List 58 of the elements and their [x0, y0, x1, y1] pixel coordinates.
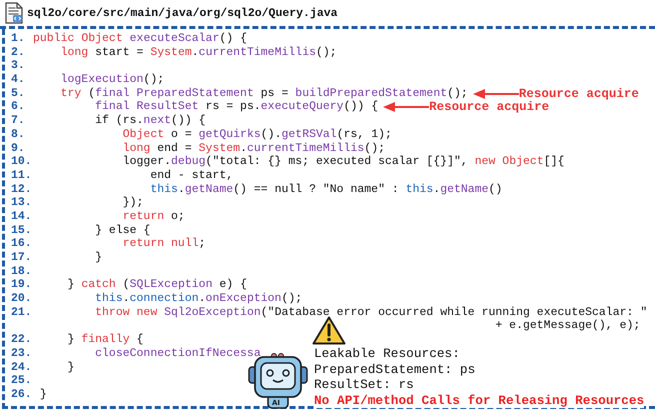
line-number: 21.	[11, 306, 32, 320]
code-line: }	[94, 251, 102, 265]
line-number: 8.	[11, 128, 26, 142]
code-line: try (final PreparedStatement ps = buildPreparedStatement();	[60, 86, 468, 100]
code-line: } catch (SQLException e) {	[66, 278, 247, 292]
line-number: 3.	[11, 59, 26, 74]
line-number: 11.	[11, 168, 32, 183]
java-file-icon	[4, 2, 24, 24]
code-line: long end = System.currentTimeMillis();	[122, 142, 386, 156]
code-line: });	[122, 196, 144, 210]
line-number: 23.	[11, 346, 32, 361]
line-number: 12.	[11, 182, 32, 196]
line-number: 25.	[11, 374, 32, 388]
line-number: 15.	[11, 224, 32, 238]
line-number: 14.	[11, 210, 32, 224]
code-line: } finally {	[66, 333, 144, 347]
line-number: 20.	[11, 292, 32, 306]
line-number: 13.	[11, 196, 32, 210]
code-line: } else {	[94, 224, 150, 238]
annotation-label: Resource acquire	[518, 86, 639, 101]
code-line: return null;	[122, 237, 206, 252]
code-line: end - start,	[149, 168, 234, 183]
line-number: 16.	[11, 237, 32, 252]
code-line: long start = System.currentTimeMillis();	[60, 46, 337, 60]
leak-warning: No API/method Calls for Releasing Resources	[314, 392, 644, 408]
line-number: 9.	[11, 142, 26, 156]
code-line: this.connection.onException();	[94, 292, 302, 306]
line-number: 18.	[11, 264, 32, 278]
left-arrow	[472, 88, 519, 99]
code-line: closeConnectionIfNecessa	[94, 346, 261, 361]
line-number: 1.	[11, 32, 26, 46]
file-path: sql2o/core/src/main/java/org/sql2o/Query.java	[27, 6, 338, 20]
left-arrow	[383, 102, 430, 112]
code-line: + e.getMessage(), e);	[494, 319, 640, 334]
line-number: 7.	[11, 114, 26, 128]
line-number: 22.	[11, 333, 32, 347]
code-line: final ResultSet rs = ps.executeQuery()) {	[94, 100, 378, 114]
code-line: }	[38, 388, 47, 402]
code-line: logger.debug("total: {} ms; executed scalar [{}]", new Object[]{	[122, 155, 564, 169]
line-number: 5.	[11, 86, 26, 100]
line-number: 19.	[11, 278, 32, 292]
code-line: throw new Sql2oException("Database error occurred while running executeScalar: "	[94, 306, 648, 320]
code-line: }	[66, 360, 74, 374]
warning-icon	[312, 316, 346, 345]
line-number: 17.	[11, 251, 32, 265]
code-line: public Object executeScalar() {	[33, 32, 247, 46]
code-line: if (rs.next()) {	[94, 114, 206, 128]
code-line: this.getName() == null ? "No name" : this.getName()	[149, 182, 502, 196]
code-line: return o;	[122, 210, 185, 224]
code-line: Object o = getQuirks().getRSVal(rs, 1);	[122, 128, 392, 142]
line-number: 26.	[11, 388, 32, 402]
line-number: 2.	[11, 46, 26, 60]
line-number: 24.	[11, 360, 32, 374]
line-number: 10.	[11, 155, 32, 169]
annotation-label: Resource acquire	[429, 100, 550, 114]
line-number: 6.	[11, 100, 26, 114]
code-line: logExecution();	[60, 73, 164, 87]
line-number: 4.	[11, 73, 26, 87]
